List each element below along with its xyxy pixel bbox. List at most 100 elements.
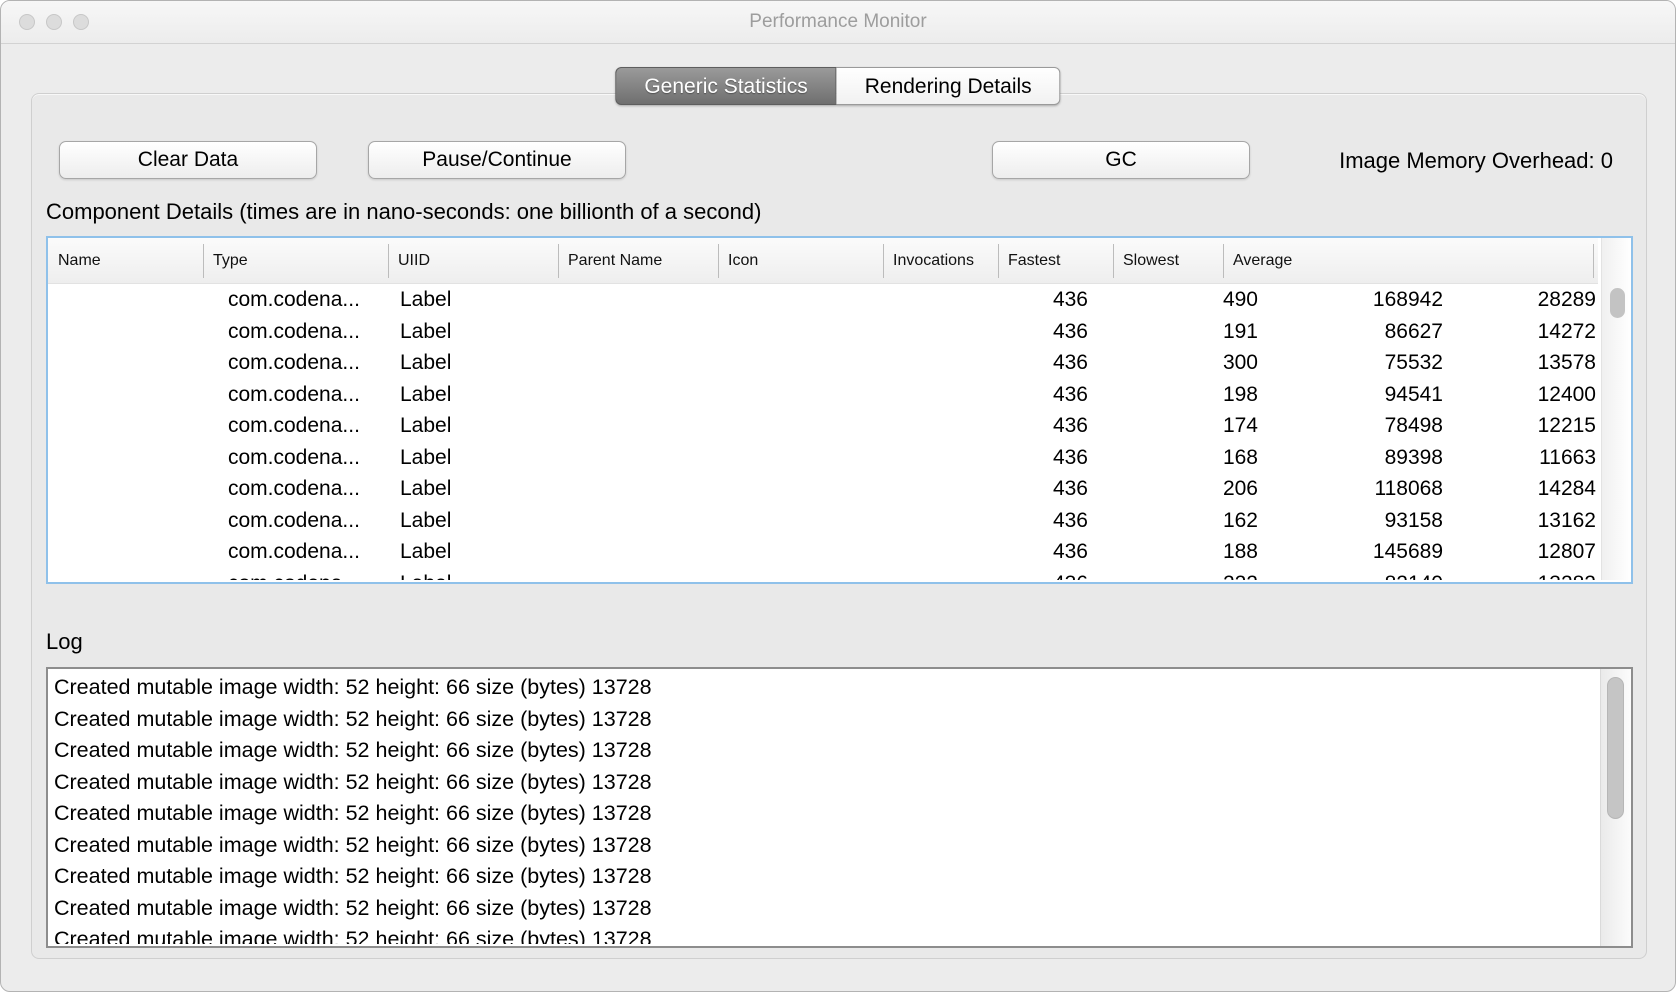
table-row[interactable]: com.codena...Label4361989454112400 — [48, 379, 1601, 411]
cell-fastest: 191 — [1098, 316, 1258, 348]
log-line: Created mutable image width: 52 height: … — [54, 924, 1554, 944]
cell-fastest: 188 — [1098, 536, 1258, 568]
cell-invocations: 436 — [928, 410, 1088, 442]
cell-type: com.codena... — [228, 410, 360, 442]
log-area[interactable]: Created mutable image width: 52 height: … — [46, 667, 1633, 948]
log-line: Created mutable image width: 52 height: … — [54, 893, 1554, 925]
table-row[interactable]: com.codena...Label4361747849812215 — [48, 410, 1601, 442]
log-line: Created mutable image width: 52 height: … — [54, 830, 1554, 862]
cell-uiid: Label — [400, 347, 451, 379]
cell-average: 14272 — [1438, 316, 1596, 348]
component-table-body: com.codena...Label43649016894228289com.c… — [48, 284, 1601, 580]
log-scrollbar-thumb[interactable] — [1607, 677, 1624, 819]
component-details-table[interactable]: Name Type UIID Parent Name Icon Invocations Fa… — [46, 236, 1633, 584]
header-separator — [203, 244, 204, 278]
cell-type: com.codena... — [228, 316, 360, 348]
cell-fastest: 300 — [1098, 347, 1258, 379]
cell-fastest: 198 — [1098, 379, 1258, 411]
table-row[interactable]: com.codena... Label 436 168 8939811663 — [48, 442, 1601, 474]
table-row[interactable]: com.codena... Label 436 188 14568912807 — [48, 536, 1601, 568]
header-separator — [883, 244, 884, 278]
header-separator — [998, 244, 999, 278]
table-scrollbar-thumb[interactable] — [1610, 288, 1625, 318]
cell-uiid: Label — [400, 284, 451, 316]
cell-average: 12807 — [1438, 536, 1596, 568]
log-line: Created mutable image width: 52 height: … — [54, 861, 1554, 893]
cell-type: com.codena... — [228, 442, 360, 474]
zoom-icon[interactable] — [73, 14, 89, 30]
cell-uiid: Label — [400, 410, 451, 442]
column-header-name[interactable]: Name — [58, 238, 101, 284]
cell-fastest: 222 — [1098, 568, 1258, 581]
component-details-heading: Component Details (times are in nano-sec… — [46, 199, 761, 225]
cell-slowest: 89398 — [1273, 442, 1443, 474]
cell-invocations: 436 — [928, 284, 1088, 316]
table-row[interactable]: com.codena... Label 436 206 11806814284 — [48, 473, 1601, 505]
cell-type: com.codena... — [228, 284, 360, 316]
table-row[interactable]: com.codena... Label 436 300 7553213578 — [48, 347, 1601, 379]
column-header-slowest[interactable]: Slowest — [1123, 238, 1179, 284]
table-row[interactable]: com.codena... Label 436 490 16894228289 — [48, 284, 1601, 316]
cell-uiid: Label — [400, 442, 451, 474]
column-header-invocations[interactable]: Invocations — [893, 238, 974, 284]
cell-fastest: 490 — [1098, 284, 1258, 316]
cell-invocations: 436 — [928, 536, 1088, 568]
cell-fastest: 162 — [1098, 505, 1258, 537]
log-line: Created mutable image width: 52 height: … — [54, 672, 1554, 704]
column-header-fastest[interactable]: Fastest — [1008, 238, 1060, 284]
header-separator — [1113, 244, 1114, 278]
log-scrollbar-track[interactable] — [1600, 669, 1631, 946]
cell-slowest: 75532 — [1273, 347, 1443, 379]
tab-generic-statistics[interactable]: Generic Statistics — [615, 67, 836, 105]
table-row[interactable]: com.codena...Label4362228214013282 — [48, 568, 1601, 581]
column-header-icon[interactable]: Icon — [728, 238, 758, 284]
cell-invocations: 436 — [928, 347, 1088, 379]
cell-slowest: 86627 — [1273, 316, 1443, 348]
cell-invocations: 436 — [928, 442, 1088, 474]
tab-bar: Generic Statistics Rendering Details — [615, 67, 1060, 105]
cell-average: 14284 — [1438, 473, 1596, 505]
cell-slowest: 145689 — [1273, 536, 1443, 568]
gc-button[interactable]: GC — [992, 141, 1250, 179]
cell-type: com.codena... — [228, 379, 360, 411]
cell-invocations: 436 — [928, 379, 1088, 411]
cell-fastest: 206 — [1098, 473, 1258, 505]
log-line: Created mutable image width: 52 height: … — [54, 767, 1554, 799]
column-header-average[interactable]: Average — [1233, 238, 1292, 284]
cell-average: 11663 — [1438, 442, 1596, 474]
cell-type: com.codena... — [228, 473, 360, 505]
cell-uiid: Label — [400, 505, 451, 537]
header-separator — [1593, 244, 1594, 278]
column-header-parent-name[interactable]: Parent Name — [568, 238, 662, 284]
clear-data-button[interactable]: Clear Data — [59, 141, 317, 179]
table-row[interactable]: com.codena...Label4361918662714272 — [48, 316, 1601, 348]
table-scrollbar-track[interactable] — [1601, 238, 1631, 580]
log-line: Created mutable image width: 52 height: … — [54, 704, 1554, 736]
header-separator — [718, 244, 719, 278]
tab-rendering-details[interactable]: Rendering Details — [837, 67, 1061, 105]
cell-invocations: 436 — [928, 568, 1088, 581]
cell-slowest: 168942 — [1273, 284, 1443, 316]
close-icon[interactable] — [19, 14, 35, 30]
column-header-uiid[interactable]: UIID — [398, 238, 430, 284]
cell-type: com.codena... — [228, 505, 360, 537]
cell-uiid: Label — [400, 568, 451, 581]
table-row[interactable]: com.codena...Label4361629315813162 — [48, 505, 1601, 537]
cell-invocations: 436 — [928, 473, 1088, 505]
cell-average: 12215 — [1438, 410, 1596, 442]
cell-slowest: 118068 — [1273, 473, 1443, 505]
header-separator — [1223, 244, 1224, 278]
minimize-icon[interactable] — [46, 14, 62, 30]
cell-fastest: 168 — [1098, 442, 1258, 474]
cell-type: com.codena... — [228, 536, 360, 568]
cell-average: 28289 — [1438, 284, 1596, 316]
column-header-type[interactable]: Type — [213, 238, 248, 284]
cell-uiid: Label — [400, 536, 451, 568]
pause-continue-button[interactable]: Pause/Continue — [368, 141, 626, 179]
cell-average: 13162 — [1438, 505, 1596, 537]
cell-average: 13578 — [1438, 347, 1596, 379]
cell-uiid: Label — [400, 473, 451, 505]
cell-type: com.codena... — [228, 347, 360, 379]
cell-uiid: Label — [400, 379, 451, 411]
window-title: Performance Monitor — [1, 1, 1675, 43]
